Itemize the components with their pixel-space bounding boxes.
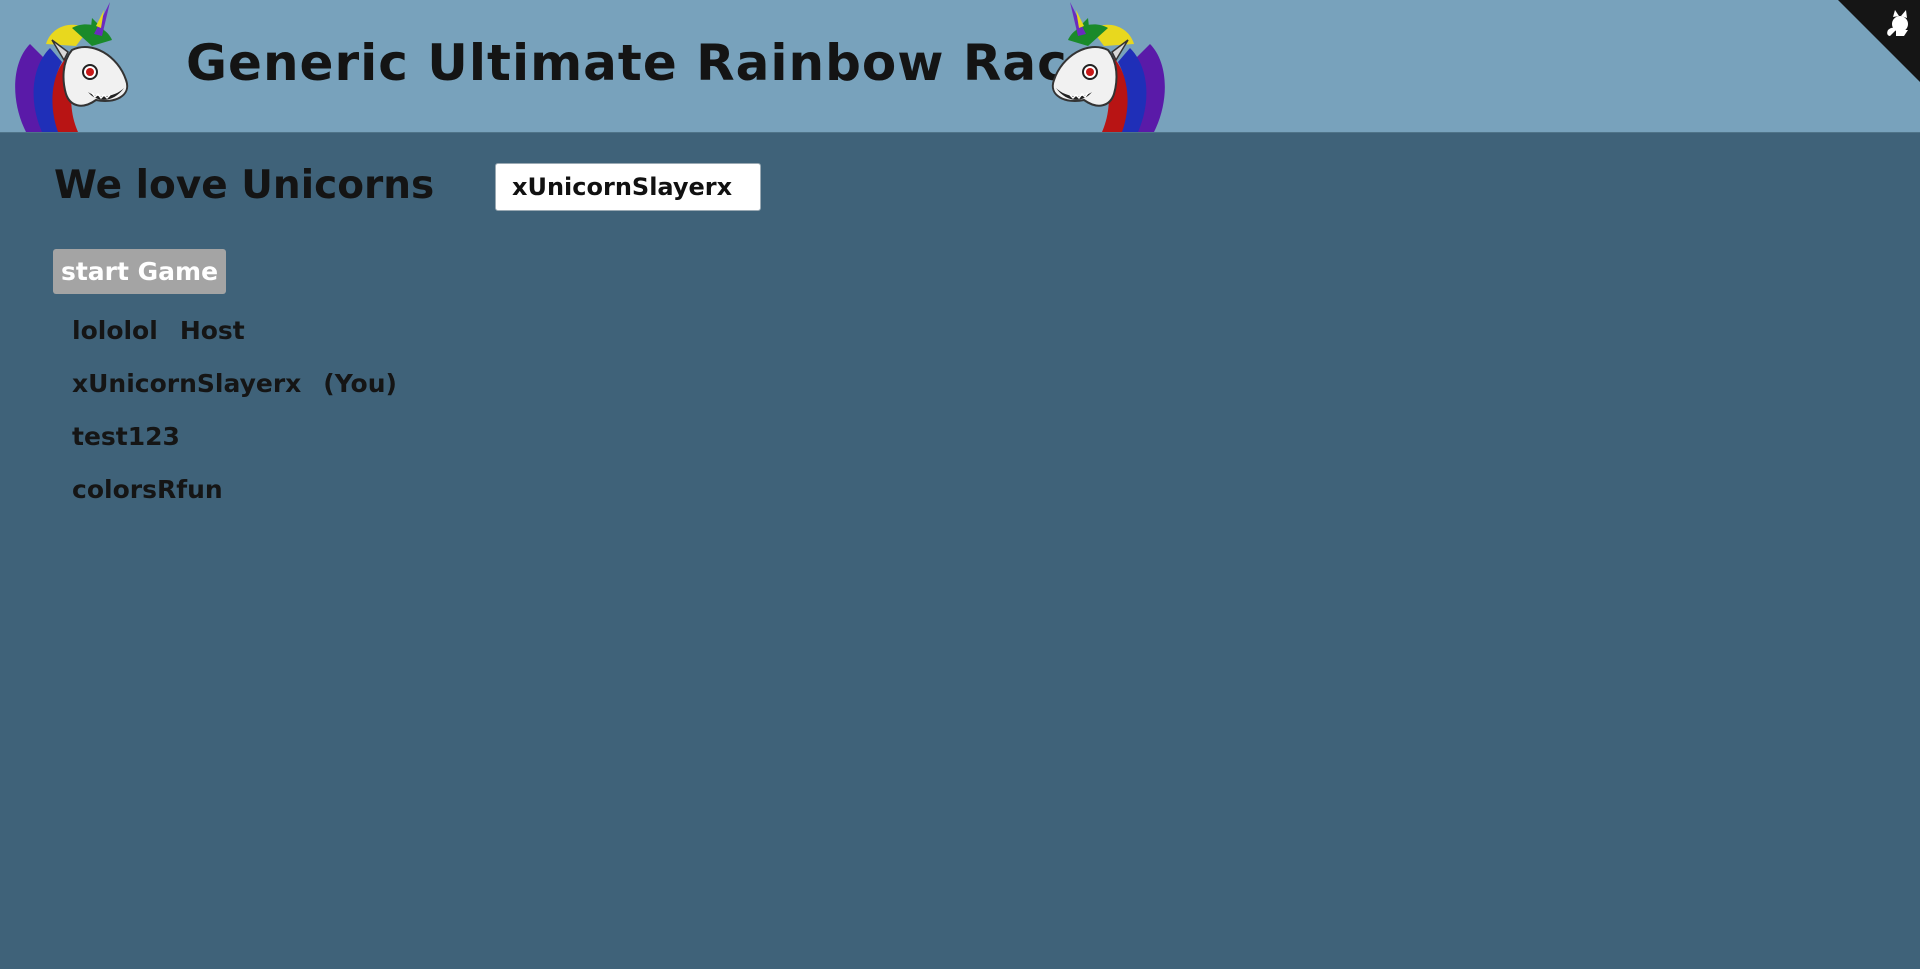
player-name: colorsRfun <box>72 475 223 504</box>
player-name: lololol <box>72 316 158 345</box>
unicorn-icon <box>15 2 129 132</box>
player-name: test123 <box>72 422 180 451</box>
lobby-subtitle: We love Unicorns <box>54 163 435 208</box>
host-tag: Host <box>179 316 245 345</box>
player-list: lololol Host xUnicornSlayerx (You) test123… <box>72 313 397 525</box>
unicorn-icon <box>1051 2 1165 132</box>
page-title: Generic Ultimate Rainbow Race <box>186 34 1103 92</box>
list-item: lololol Host <box>72 313 397 366</box>
header-banner: Generic Ultimate Rainbow Race <box>0 0 1920 133</box>
player-name: xUnicornSlayerx <box>72 369 302 398</box>
you-tag: (You) <box>323 369 397 398</box>
github-corner-link[interactable] <box>1838 0 1920 82</box>
list-item: colorsRfun <box>72 472 397 525</box>
list-item: test123 <box>72 419 397 472</box>
start-game-button[interactable]: start Game <box>53 249 226 294</box>
player-name-input[interactable] <box>495 163 761 211</box>
list-item: xUnicornSlayerx (You) <box>72 366 397 419</box>
